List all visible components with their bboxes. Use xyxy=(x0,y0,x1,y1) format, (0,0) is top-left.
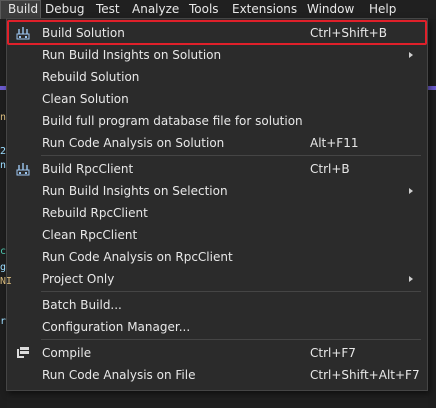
menu-separator xyxy=(41,339,421,340)
menu-item-batch-build[interactable]: Batch Build... xyxy=(8,294,426,316)
menu-item-configuration-manager[interactable]: Configuration Manager... xyxy=(8,316,426,338)
menu-item-label: Build full program database file for sol… xyxy=(42,114,303,128)
menu-build[interactable]: Build xyxy=(0,0,41,19)
menu-item-label: Run Build Insights on Selection xyxy=(42,184,228,198)
menu-item-label: Batch Build... xyxy=(42,298,122,312)
accent-band-right xyxy=(428,86,436,90)
menu-item-label: Run Build Insights on Solution xyxy=(42,48,222,62)
highlight-box xyxy=(7,20,427,45)
menu-item-label: Build RpcClient xyxy=(42,162,134,176)
menu-analyze[interactable]: Analyze xyxy=(128,0,185,19)
menu-item-label: Compile xyxy=(42,346,92,360)
menu-item-run-code-analysis-on-file[interactable]: Run Code Analysis on File Ctrl+Shift+Alt+… xyxy=(8,364,426,386)
menu-item-rebuild-rpcclient[interactable]: Rebuild RpcClient xyxy=(8,202,426,224)
menu-item-label: Project Only xyxy=(42,272,115,286)
editor-code-fragment: 2 xyxy=(0,146,7,157)
menu-item-rebuild-solution[interactable]: Rebuild Solution xyxy=(8,66,426,88)
editor-code-fragment: r xyxy=(0,316,7,327)
menu-item-run-code-analysis-on-rpcclient[interactable]: Run Code Analysis on RpcClient xyxy=(8,246,426,268)
menu-item-label: Clean RpcClient xyxy=(42,228,138,242)
menu-separator xyxy=(41,155,421,156)
menu-bar: Build Debug Test Analyze Tools Extensions Wind… xyxy=(0,0,436,19)
menu-item-build-rpcclient[interactable]: Build RpcClient Ctrl+B xyxy=(8,158,426,180)
menu-item-label: Clean Solution xyxy=(42,92,129,106)
editor-code-fragment: NI xyxy=(0,276,13,287)
menu-item-run-build-insights-on-selection[interactable]: Run Build Insights on Selection xyxy=(8,180,426,202)
editor-code-fragment: c xyxy=(0,246,7,257)
menu-item-clean-solution[interactable]: Clean Solution xyxy=(8,88,426,110)
build-menu-dropdown: Build Solution Ctrl+Shift+B Run Build Insi… xyxy=(6,18,428,391)
menu-item-label: Run Code Analysis on Solution xyxy=(42,136,225,150)
menu-extensions[interactable]: Extensions xyxy=(228,0,303,19)
menu-item-shortcut: Ctrl+F7 xyxy=(310,346,356,360)
menu-item-label: Configuration Manager... xyxy=(42,320,191,334)
menu-debug[interactable]: Debug xyxy=(41,0,92,19)
menu-item-project-only[interactable]: Project Only xyxy=(8,268,426,290)
menu-item-compile[interactable]: Compile Ctrl+F7 xyxy=(8,342,426,364)
menu-tools[interactable]: Tools xyxy=(185,0,228,19)
menu-item-shortcut: Ctrl+Shift+Alt+F7 xyxy=(310,368,420,382)
menu-item-clean-rpcclient[interactable]: Clean RpcClient xyxy=(8,224,426,246)
menu-item-label: Rebuild RpcClient xyxy=(42,206,148,220)
menu-item-run-build-insights-on-solution[interactable]: Run Build Insights on Solution xyxy=(8,44,426,66)
menu-item-build-full-program-database-file-for-solution[interactable]: Build full program database file for sol… xyxy=(8,110,426,132)
editor-code-fragment: n xyxy=(0,160,7,171)
editor-code-fragment: n xyxy=(0,112,7,123)
menu-item-shortcut: Ctrl+B xyxy=(310,162,350,176)
menu-item-label: Rebuild Solution xyxy=(42,70,140,84)
menu-test[interactable]: Test xyxy=(92,0,128,19)
submenu-arrow-icon xyxy=(409,276,413,282)
menu-window[interactable]: Window xyxy=(303,0,365,19)
menu-item-label: Run Code Analysis on File xyxy=(42,368,196,382)
submenu-arrow-icon xyxy=(409,188,413,194)
menu-item-label: Run Code Analysis on RpcClient xyxy=(42,250,233,264)
build-icon xyxy=(16,162,30,176)
menu-item-shortcut: Alt+F11 xyxy=(310,136,359,150)
editor-code-fragment: g xyxy=(0,262,7,273)
menu-separator xyxy=(41,291,421,292)
menu-item-run-code-analysis-on-solution[interactable]: Run Code Analysis on Solution Alt+F11 xyxy=(8,132,426,154)
compile-icon xyxy=(16,346,30,360)
submenu-arrow-icon xyxy=(409,52,413,58)
menu-help[interactable]: Help xyxy=(365,0,405,19)
editor-right-strip xyxy=(428,19,436,408)
